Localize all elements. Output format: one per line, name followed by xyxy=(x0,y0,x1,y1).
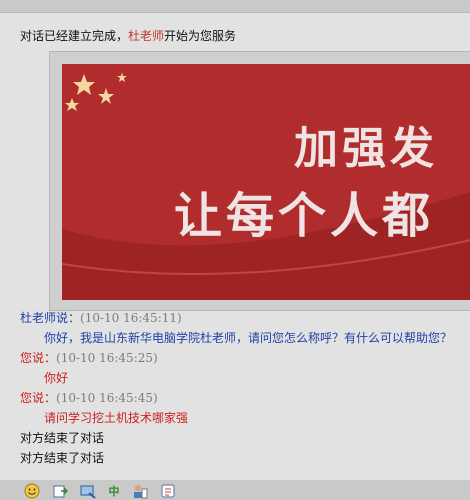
message-text: 你好 xyxy=(44,371,69,385)
banner-headline-2: 让每个人都 xyxy=(174,188,435,244)
promo-banner[interactable]: 加强发 让每个人都 xyxy=(62,64,470,300)
agent-name: 杜老师 xyxy=(128,29,165,43)
message-text: 你好，我是山东新华电脑学院杜老师，请问您怎么称呼？有什么可以帮助您？ xyxy=(44,331,453,345)
promo-banner-frame: 加强发 让每个人都 xyxy=(49,51,470,311)
timestamp: (10-10 16:45:45) xyxy=(56,391,158,405)
chat-transcript[interactable]: 对话已经建立完成，杜老师开始为您服务 加强发 让每个人都 杜老师说：(10-10… xyxy=(0,12,470,481)
speaker-label: 您说： xyxy=(20,351,57,365)
chat-toolbar: 中 xyxy=(0,480,470,500)
status-suffix: 开始为您服务 xyxy=(164,29,237,43)
speaker-label: 杜老师说： xyxy=(20,311,81,325)
screenshot-icon[interactable] xyxy=(80,483,96,499)
send-file-icon[interactable] xyxy=(52,483,68,499)
contacts-icon[interactable] xyxy=(132,483,148,499)
banner-headline-1: 加强发 xyxy=(294,123,438,174)
message-header: 杜老师说：(10-10 16:45:11) xyxy=(20,309,182,326)
message-header: 您说：(10-10 16:45:45) xyxy=(20,389,158,406)
smiley-icon[interactable] xyxy=(24,483,40,499)
timestamp: (10-10 16:45:11) xyxy=(80,311,182,325)
conversation-ended-notice: 对方结束了对话 xyxy=(20,431,105,445)
connection-status: 对话已经建立完成，杜老师开始为您服务 xyxy=(20,27,236,44)
star-icon xyxy=(65,72,127,111)
message-header: 您说：(10-10 16:45:25) xyxy=(20,349,158,366)
ime-icon[interactable]: 中 xyxy=(106,483,122,499)
timestamp: (10-10 16:45:25) xyxy=(56,351,158,365)
speaker-label: 您说： xyxy=(20,391,57,405)
message-text: 请问学习挖土机技术哪家强 xyxy=(44,411,189,425)
conversation-ended-notice: 对方结束了对话 xyxy=(20,451,105,465)
status-prefix: 对话已经建立完成， xyxy=(20,29,129,43)
history-icon[interactable] xyxy=(160,483,176,499)
